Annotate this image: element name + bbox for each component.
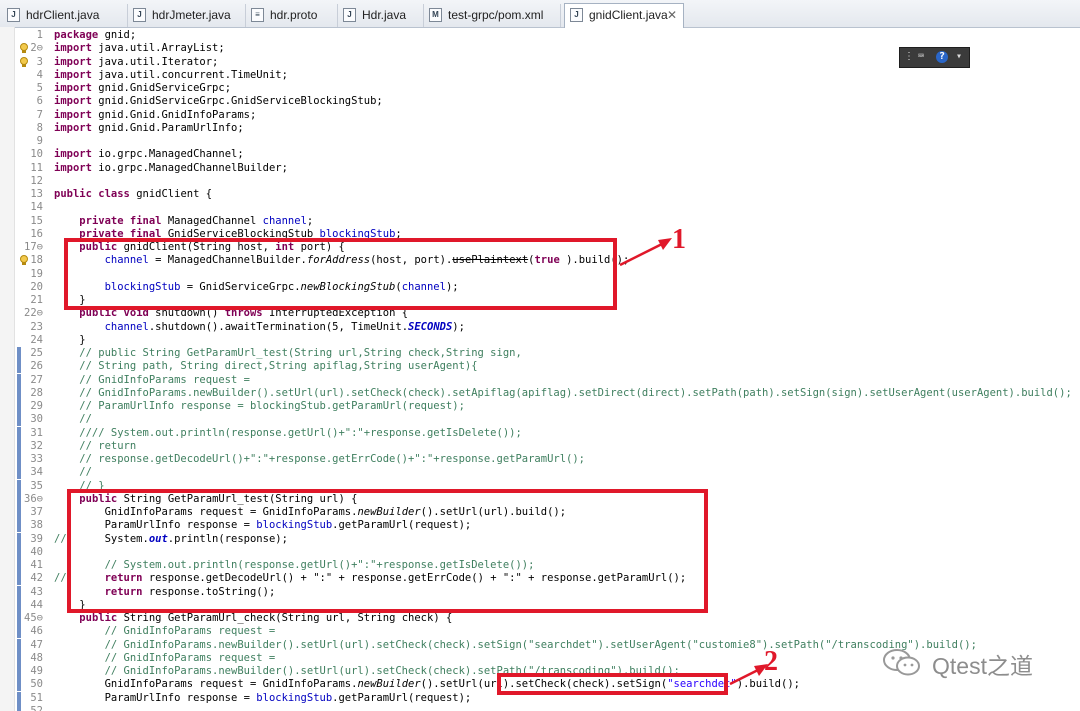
watermark: Qtest之道 [880,645,1060,679]
annotation-arrows [619,238,768,686]
watermark-text: Qtest之道 [932,653,1033,679]
arrow-1 [619,242,663,267]
arrow-2 [729,668,759,686]
wechat-icon [883,649,920,676]
annotation-label-2: 2 [764,646,778,677]
arrow-1-head [658,238,672,250]
annotation-label-1: 1 [672,224,686,255]
